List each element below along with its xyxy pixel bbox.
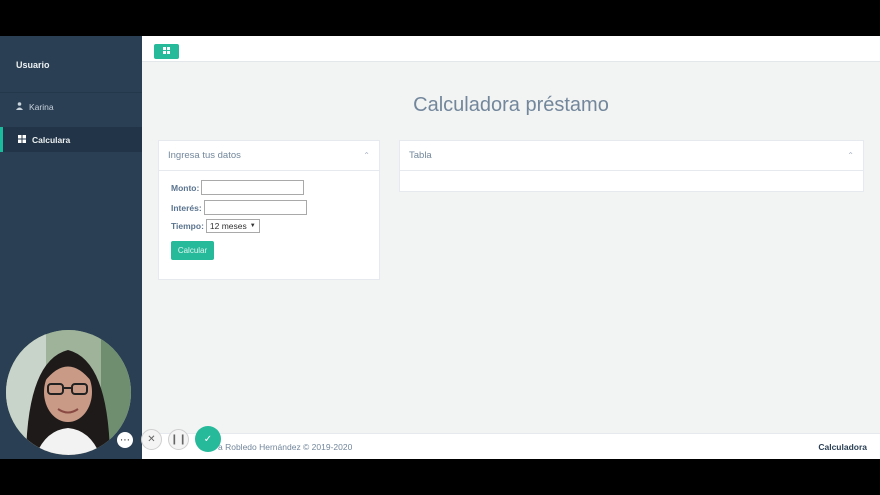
interes-row: Interés: [171, 200, 307, 215]
webcam-image [6, 330, 131, 455]
dropdown-arrow-icon: ▼ [249, 223, 256, 229]
footer-app-name: Calculadora [818, 442, 867, 452]
footer: a Robledo Hernández © 2019-2020 Calculad… [142, 433, 880, 459]
more-icon: ⋯ [120, 434, 130, 446]
input-panel-header: Ingresa tus datos ⌃ [159, 141, 379, 171]
sidebar-item-calculara[interactable]: Calculara [0, 127, 142, 152]
check-icon: ✓ [203, 433, 213, 445]
sidebar-divider [0, 92, 142, 93]
collapse-icon[interactable]: ⌃ [847, 151, 854, 160]
monto-row: Monto: [171, 180, 305, 195]
monto-label: Monto: [171, 182, 200, 193]
user-icon [16, 102, 23, 112]
sidebar-title: Usuario [16, 60, 50, 70]
table-panel: Tabla ⌃ [399, 140, 864, 192]
table-panel-header: Tabla ⌃ [400, 141, 863, 171]
tiempo-label: Tiempo: [171, 221, 204, 231]
menu-toggle-button[interactable] [154, 44, 179, 59]
tiempo-selected-value: 12 meses [209, 221, 247, 231]
app-window: Usuario Karina Calculara Calculadora pré… [0, 36, 880, 459]
interes-input[interactable] [203, 200, 307, 215]
finish-recording-button[interactable]: ✓ [195, 426, 221, 452]
page-title: Calculadora préstamo [413, 94, 609, 116]
more-options-button[interactable]: ⋯ [117, 432, 133, 448]
webcam-bubble[interactable] [6, 330, 131, 455]
close-recording-button[interactable]: ✕ [141, 429, 162, 450]
pause-icon: ❙❙ [170, 434, 187, 445]
calcular-button[interactable]: Calcular [171, 241, 214, 260]
sidebar-user[interactable]: Karina [16, 102, 54, 112]
tiempo-row: Tiempo: 12 meses ▼ [171, 219, 260, 233]
footer-copyright: a Robledo Hernández © 2019-2020 [218, 442, 353, 452]
sidebar-item-label: Calculara [32, 134, 71, 145]
tiempo-select[interactable]: 12 meses ▼ [205, 219, 260, 233]
input-panel: Ingresa tus datos ⌃ Monto: Interés: Tiem… [158, 140, 380, 280]
interes-label: Interés: [171, 202, 202, 213]
monto-input[interactable] [201, 180, 305, 195]
top-nav [142, 36, 880, 62]
input-panel-title: Ingresa tus datos [168, 150, 241, 161]
collapse-icon[interactable]: ⌃ [363, 151, 370, 160]
pause-recording-button[interactable]: ❙❙ [168, 429, 189, 450]
sidebar-user-name: Karina [29, 102, 54, 112]
close-icon: ✕ [147, 434, 156, 445]
table-panel-title: Tabla [409, 150, 432, 161]
dashboard-icon [18, 134, 26, 145]
grid-icon [163, 46, 170, 56]
